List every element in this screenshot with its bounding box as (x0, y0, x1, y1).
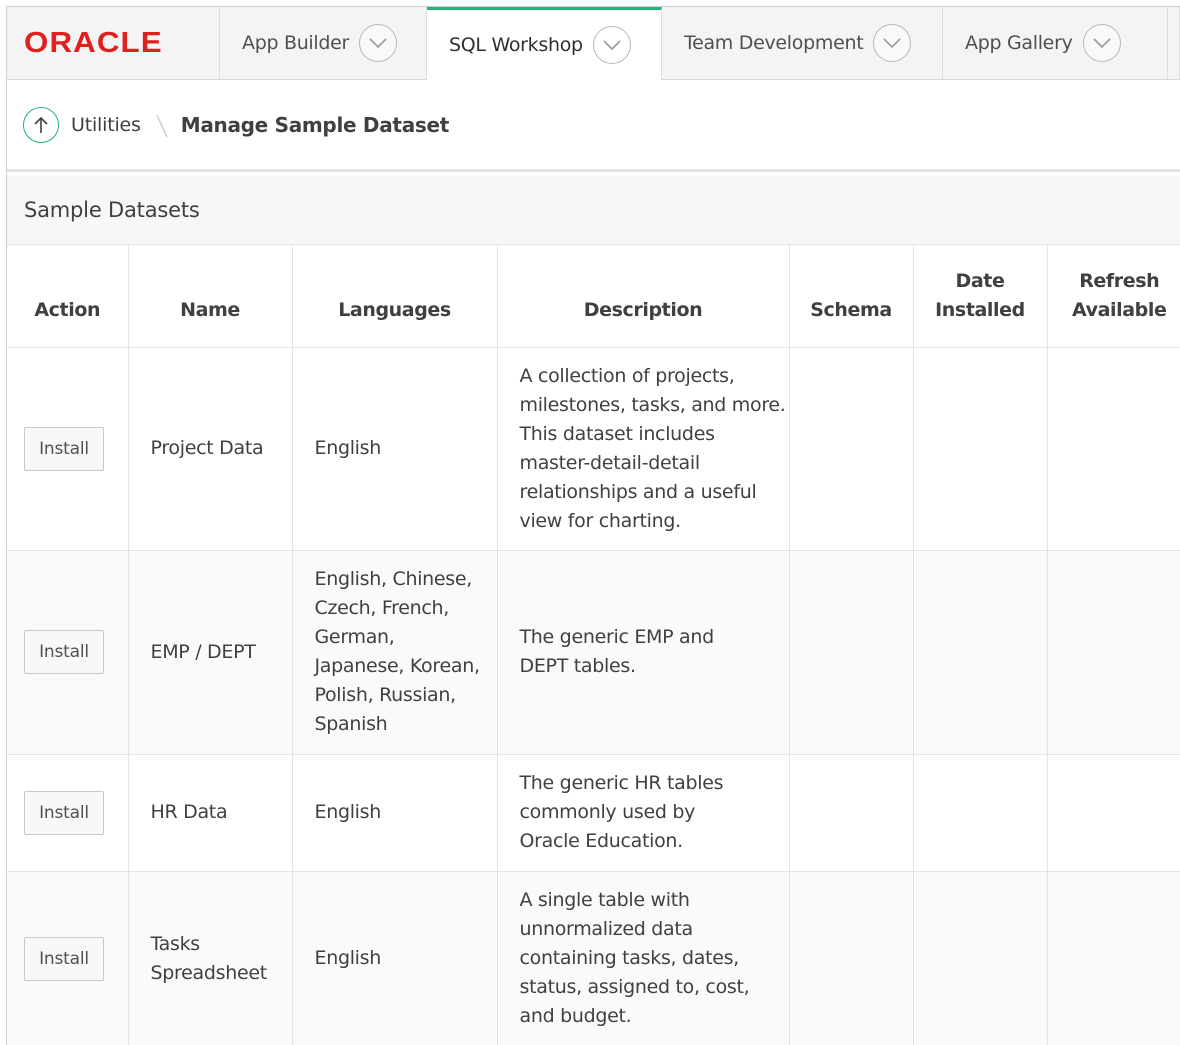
action-cell: Install (7, 871, 128, 1045)
breadcrumb: Utilities Manage Sample Dataset (7, 80, 1180, 172)
tab-sql-workshop[interactable]: SQL Workshop (427, 7, 662, 80)
description-cell: The generic EMP and DEPT tables. (496, 550, 789, 755)
app-frame: ORACLE App Builder SQL Workshop Team Dev… (6, 6, 1180, 1045)
languages-cell: English (291, 347, 497, 551)
tab-team-development[interactable]: Team Development (662, 7, 943, 79)
table-row: Install Tasks Spreadsheet English A sing… (7, 871, 1180, 1045)
install-button[interactable]: Install (24, 936, 104, 981)
tab-app-builder[interactable]: App Builder (220, 7, 427, 79)
table-row: Install Project Data English A collectio… (7, 347, 1180, 551)
table-row: Install HR Data English The generic HR t… (7, 754, 1180, 872)
logo-area[interactable]: ORACLE (7, 7, 220, 79)
schema-cell (788, 871, 913, 1045)
up-arrow-icon[interactable] (23, 106, 59, 143)
region-header: Sample Datasets (7, 175, 1180, 245)
name-cell: Tasks Spreadsheet (127, 871, 292, 1045)
install-button[interactable]: Install (24, 790, 104, 835)
description-cell: The generic HR tables commonly used by O… (496, 754, 789, 872)
table-row: Install EMP / DEPT English, Chinese, Cze… (7, 550, 1180, 755)
column-header-schema[interactable]: Schema (788, 245, 913, 348)
column-header-refresh-available[interactable]: Refresh Available (1046, 245, 1180, 348)
column-header-name[interactable]: Name (127, 245, 292, 348)
refresh-available-cell (1046, 347, 1180, 551)
column-header-date-installed[interactable]: Date Installed (912, 245, 1047, 348)
tab-label: App Gallery (965, 32, 1073, 54)
description-cell: A single table with unnormalized data co… (496, 871, 789, 1045)
languages-cell: English, Chinese, Czech, French, German,… (291, 550, 497, 755)
region-title: Sample Datasets (24, 197, 200, 222)
refresh-available-cell (1046, 754, 1180, 872)
breadcrumb-separator-icon (156, 114, 168, 137)
sample-datasets-table: Action Name Languages Description Schema… (7, 245, 1180, 1045)
column-header-description[interactable]: Description (496, 245, 789, 348)
tab-label: SQL Workshop (449, 34, 583, 56)
tab-label: App Builder (242, 32, 350, 54)
date-installed-cell (912, 347, 1047, 551)
date-installed-cell (912, 754, 1047, 872)
languages-cell: English (291, 754, 497, 872)
column-header-languages[interactable]: Languages (291, 245, 497, 348)
description-cell: A collection of projects, milestones, ta… (496, 347, 789, 551)
action-cell: Install (7, 754, 128, 872)
action-cell: Install (7, 550, 128, 755)
install-button[interactable]: Install (24, 426, 104, 471)
schema-cell (788, 550, 913, 755)
top-navigation: ORACLE App Builder SQL Workshop Team Dev… (7, 7, 1180, 80)
schema-cell (788, 347, 913, 551)
languages-cell: English (291, 871, 497, 1045)
tab-label: Team Development (684, 32, 864, 54)
table-header-row: Action Name Languages Description Schema… (7, 245, 1180, 348)
column-header-action[interactable]: Action (7, 245, 128, 348)
chevron-down-icon[interactable] (359, 24, 398, 62)
oracle-logo: ORACLE (24, 26, 163, 59)
refresh-available-cell (1046, 871, 1180, 1045)
chevron-down-icon[interactable] (873, 24, 912, 62)
tab-overflow (1168, 7, 1180, 79)
page-title: Manage Sample Dataset (180, 112, 450, 137)
action-cell: Install (7, 347, 128, 551)
name-cell: HR Data (127, 754, 292, 872)
install-button[interactable]: Install (24, 630, 104, 674)
chevron-down-icon[interactable] (1082, 24, 1121, 62)
chevron-down-icon[interactable] (592, 26, 631, 64)
date-installed-cell (912, 871, 1047, 1045)
refresh-available-cell (1046, 550, 1180, 755)
name-cell: Project Data (127, 347, 292, 551)
schema-cell (788, 754, 913, 872)
date-installed-cell (912, 550, 1047, 755)
name-cell: EMP / DEPT (127, 550, 292, 755)
tab-app-gallery[interactable]: App Gallery (943, 7, 1168, 79)
breadcrumb-parent-link[interactable]: Utilities (71, 114, 141, 136)
